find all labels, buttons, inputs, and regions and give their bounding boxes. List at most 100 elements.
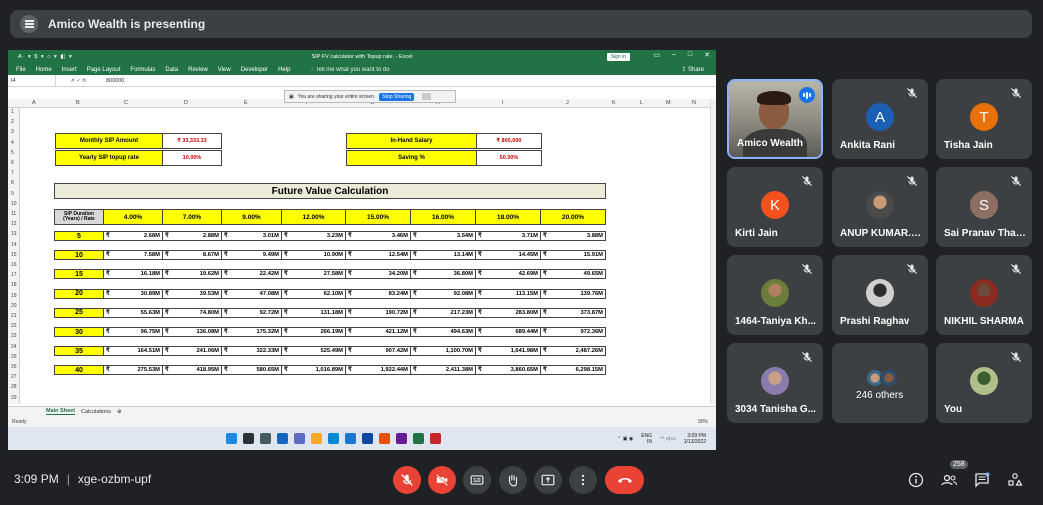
in-hand-salary-value[interactable]: ₹ 800,000 <box>476 133 542 149</box>
future-value-cell[interactable]: ₹139.76M <box>541 288 606 299</box>
participant-tile[interactable]: T Tisha Jain <box>936 79 1032 159</box>
column-header[interactable]: E <box>244 100 248 106</box>
activities-button[interactable] <box>1005 470 1025 490</box>
future-value-cell[interactable]: ₹10.90M <box>282 250 346 261</box>
row-header[interactable]: 9 <box>11 191 14 197</box>
participant-tile[interactable]: S Sai Pranav Thall... <box>936 167 1032 247</box>
column-header[interactable]: C <box>124 100 128 106</box>
row-header[interactable]: 20 <box>11 303 17 309</box>
tell-me-search[interactable]: ◌ Tell me what you want to do <box>310 67 389 73</box>
pdf-icon[interactable] <box>430 433 441 444</box>
future-value-cell[interactable]: ₹15.91M <box>541 250 606 261</box>
future-value-cell[interactable]: ₹2,487.26M <box>541 346 606 357</box>
future-value-cell[interactable]: ₹16.18M <box>104 269 163 280</box>
more-options-button[interactable] <box>569 466 597 494</box>
future-value-cell[interactable]: ₹217.23M <box>411 307 476 318</box>
future-value-cell[interactable]: ₹92.72M <box>222 307 282 318</box>
menu-formulas[interactable]: Formulas <box>130 67 155 73</box>
future-value-cell[interactable]: ₹83.24M <box>346 288 411 299</box>
excel-icon[interactable] <box>413 433 424 444</box>
duration-cell[interactable]: 35 <box>54 346 104 357</box>
sheet-tab-calculations[interactable]: Calculations <box>81 409 111 415</box>
close-icon[interactable]: ✕ <box>704 51 710 59</box>
column-header[interactable]: D <box>184 100 188 106</box>
chat-button[interactable] <box>972 470 992 490</box>
participant-tile[interactable]: 1464-Taniya Kh... <box>727 255 823 335</box>
future-value-cell[interactable]: ₹30.89M <box>104 288 163 299</box>
future-value-cell[interactable]: ₹907.42M <box>346 346 411 357</box>
menu-help[interactable]: Help <box>278 67 290 73</box>
share-button[interactable]: ⇪ Share <box>681 66 704 73</box>
future-value-cell[interactable]: ₹13.14M <box>411 250 476 261</box>
column-header[interactable]: A <box>32 100 36 106</box>
future-value-cell[interactable]: ₹42.69M <box>476 269 541 280</box>
name-box[interactable]: I4 <box>8 75 56 86</box>
duration-cell[interactable]: 25 <box>54 307 104 318</box>
mic-toggle-button[interactable] <box>393 466 421 494</box>
duration-cell[interactable]: 15 <box>54 269 104 280</box>
future-value-cell[interactable]: ₹1,641.98M <box>476 346 541 357</box>
row-header[interactable]: 10 <box>11 201 17 207</box>
row-header[interactable]: 24 <box>11 344 17 350</box>
row-header[interactable]: 2 <box>11 119 14 125</box>
row-header[interactable]: 22 <box>11 323 17 329</box>
menu-page-layout[interactable]: Page Layout <box>87 67 121 73</box>
participant-tile[interactable]: K Kirti Jain <box>727 167 823 247</box>
future-value-cell[interactable]: ₹266.19M <box>282 327 346 337</box>
future-value-cell[interactable]: ₹8.67M <box>163 250 222 261</box>
ribbon-options-icon[interactable]: ▭ <box>653 51 660 59</box>
minimize-icon[interactable]: – <box>672 51 676 59</box>
row-header[interactable]: 17 <box>11 272 17 278</box>
shared-screen[interactable]: A· ▾ $ ▾ ⌂ ▾ ◧ ▾ SIP FV calculator with … <box>8 50 716 450</box>
future-value-cell[interactable]: ₹12.54M <box>346 250 411 261</box>
participant-tile[interactable]: ANUP KUMAR.2... <box>832 167 928 247</box>
captions-button[interactable] <box>463 466 491 494</box>
future-value-cell[interactable]: ₹580.65M <box>222 365 282 376</box>
meeting-details-button[interactable] <box>906 470 926 490</box>
chat-icon[interactable] <box>294 433 305 444</box>
duration-cell[interactable]: 5 <box>54 231 104 241</box>
column-header[interactable]: J <box>566 100 569 106</box>
future-value-cell[interactable]: ₹2.68M <box>104 231 163 241</box>
future-value-cell[interactable]: ₹3.01M <box>222 231 282 241</box>
future-value-cell[interactable]: ₹3.23M <box>282 231 346 241</box>
future-value-cell[interactable]: ₹2,411.38M <box>411 365 476 376</box>
future-value-cell[interactable]: ₹22.42M <box>222 269 282 280</box>
participant-tile[interactable]: Prashi Raghav <box>832 255 928 335</box>
sign-in-button[interactable]: Sign in <box>606 53 630 61</box>
search-icon[interactable] <box>243 433 254 444</box>
future-value-cell[interactable]: ₹1,016.89M <box>282 365 346 376</box>
row-header[interactable]: 28 <box>11 384 17 390</box>
saving-percent-value[interactable]: 50.00% <box>476 150 542 166</box>
future-value-cell[interactable]: ₹3.71M <box>476 231 541 241</box>
vertical-scrollbar[interactable] <box>710 99 716 404</box>
tray-icons[interactable]: ⌃ ▣ ◉ <box>617 436 633 442</box>
duration-cell[interactable]: 20 <box>54 288 104 299</box>
future-value-cell[interactable]: ₹14.45M <box>476 250 541 261</box>
row-header[interactable]: 5 <box>11 150 14 156</box>
self-tile[interactable]: You <box>936 343 1032 423</box>
row-header[interactable]: 12 <box>11 221 17 227</box>
others-tile[interactable]: 246 others <box>832 343 928 423</box>
future-value-cell[interactable]: ₹9.49M <box>222 250 282 261</box>
duration-cell[interactable]: 30 <box>54 327 104 337</box>
people-button[interactable] <box>939 470 959 490</box>
file-explorer-icon[interactable] <box>311 433 322 444</box>
windows-start-icon[interactable] <box>226 433 237 444</box>
future-value-cell[interactable]: ₹7.58M <box>104 250 163 261</box>
future-value-cell[interactable]: ₹373.87M <box>541 307 606 318</box>
column-header[interactable]: L <box>640 100 643 106</box>
row-header[interactable]: 14 <box>11 242 17 248</box>
row-header[interactable]: 23 <box>11 333 17 339</box>
future-value-cell[interactable]: ₹19.62M <box>163 269 222 280</box>
sheet-grid[interactable]: Monthly SIP Amount ₹ 33,333.33 Yearly SI… <box>20 108 710 404</box>
future-value-cell[interactable]: ₹2.88M <box>163 231 222 241</box>
column-header[interactable]: K <box>612 100 616 106</box>
future-value-cell[interactable]: ₹972.36M <box>541 327 606 337</box>
future-value-cell[interactable]: ₹74.80M <box>163 307 222 318</box>
column-header[interactable]: N <box>692 100 696 106</box>
row-header[interactable]: 3 <box>11 129 14 135</box>
future-value-cell[interactable]: ₹27.58M <box>282 269 346 280</box>
row-header[interactable]: 13 <box>11 231 17 237</box>
row-header[interactable]: 15 <box>11 252 17 258</box>
